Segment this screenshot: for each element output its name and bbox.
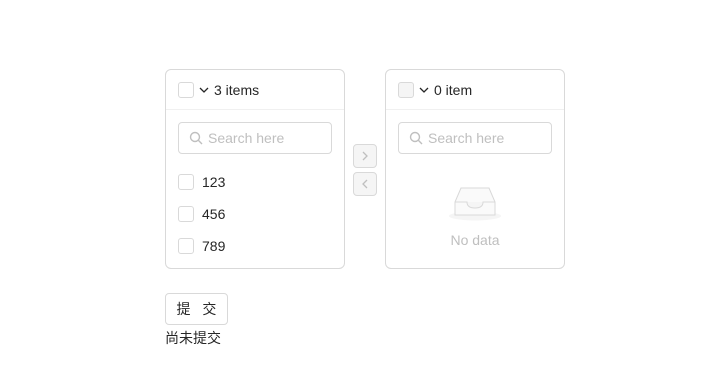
transfer-source-panel: 3 items 123 456 789 — [165, 69, 345, 269]
item-label: 123 — [202, 174, 226, 190]
chevron-right-icon — [362, 151, 368, 161]
empty-inbox-icon — [449, 187, 501, 221]
source-list: 123 456 789 — [166, 166, 344, 262]
source-panel-header: 3 items — [166, 70, 344, 110]
empty-state: No data — [386, 184, 564, 248]
source-search[interactable] — [178, 122, 332, 154]
item-label: 456 — [202, 206, 226, 222]
chevron-down-icon[interactable] — [198, 84, 210, 96]
item-checkbox[interactable] — [178, 206, 194, 222]
chevron-down-icon[interactable] — [418, 84, 430, 96]
search-icon — [189, 131, 203, 145]
submit-status: 尚未提交 — [165, 330, 221, 346]
empty-text: No data — [450, 232, 500, 248]
target-panel-header: 0 item — [386, 70, 564, 110]
move-right-button[interactable] — [353, 144, 377, 168]
item-checkbox[interactable] — [178, 238, 194, 254]
search-icon — [409, 131, 423, 145]
source-count-label: 3 items — [214, 81, 260, 98]
target-select-all-checkbox[interactable] — [398, 81, 414, 98]
transfer-target-panel: 0 item No data — [385, 69, 565, 269]
list-item[interactable]: 456 — [166, 198, 344, 230]
move-left-button[interactable] — [353, 172, 377, 196]
target-search[interactable] — [398, 122, 552, 154]
transfer-operations — [353, 144, 377, 200]
list-item[interactable]: 123 — [166, 166, 344, 198]
list-item[interactable]: 789 — [166, 230, 344, 262]
chevron-left-icon — [362, 179, 368, 189]
item-label: 789 — [202, 238, 226, 254]
source-select-all-checkbox[interactable] — [178, 81, 194, 98]
source-search-input[interactable] — [208, 130, 328, 146]
target-count-label: 0 item — [434, 81, 473, 98]
target-search-input[interactable] — [428, 130, 548, 146]
item-checkbox[interactable] — [178, 174, 194, 190]
transfer-form: 3 items 123 456 789 — [0, 0, 722, 369]
submit-button[interactable]: 提 交 — [165, 293, 228, 325]
